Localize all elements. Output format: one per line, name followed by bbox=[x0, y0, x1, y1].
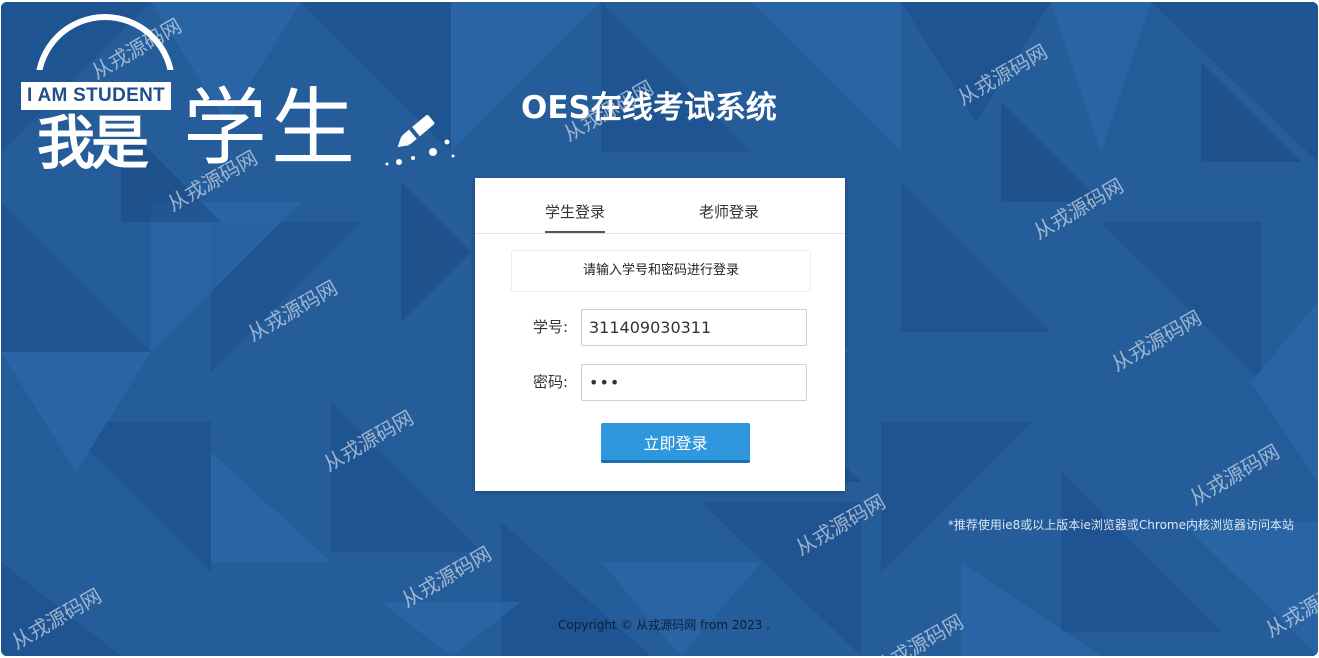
browser-recommendation: *推荐使用ie8或以上版本ie浏览器或Chrome内核浏览器访问本站 bbox=[947, 518, 1294, 532]
login-notice: 请输入学号和密码进行登录 bbox=[511, 250, 811, 292]
login-button[interactable]: 立即登录 bbox=[601, 423, 750, 463]
password-label: 密码: bbox=[533, 373, 569, 391]
login-tabs: 学生登录 老师登录 bbox=[475, 178, 845, 234]
logo-tagline: I AM STUDENT bbox=[21, 82, 172, 110]
password-input[interactable] bbox=[581, 364, 807, 401]
tab-teacher-login[interactable]: 老师登录 bbox=[699, 200, 759, 232]
copyright-text: Copyright © 从戎源码网 from 2023 . bbox=[558, 618, 770, 632]
login-card: 学生登录 老师登录 请输入学号和密码进行登录 学号: 密码: 立即登录 bbox=[475, 178, 845, 491]
logo-main-text: 学生 bbox=[183, 79, 360, 177]
student-id-label: 学号: bbox=[533, 318, 569, 336]
tab-student-login[interactable]: 学生登录 bbox=[545, 200, 606, 233]
student-logo: I AM STUDENT 我是 学生 bbox=[17, 10, 467, 185]
pen-icon bbox=[385, 115, 455, 166]
student-id-input[interactable] bbox=[581, 309, 807, 346]
app-title: OES在线考试系统 bbox=[521, 90, 777, 126]
login-page: I AM STUDENT 我是 学生 OES在线考试系统 学生登录 老师登录 请… bbox=[1, 2, 1318, 656]
logo-prefix-text: 我是 bbox=[37, 109, 149, 177]
